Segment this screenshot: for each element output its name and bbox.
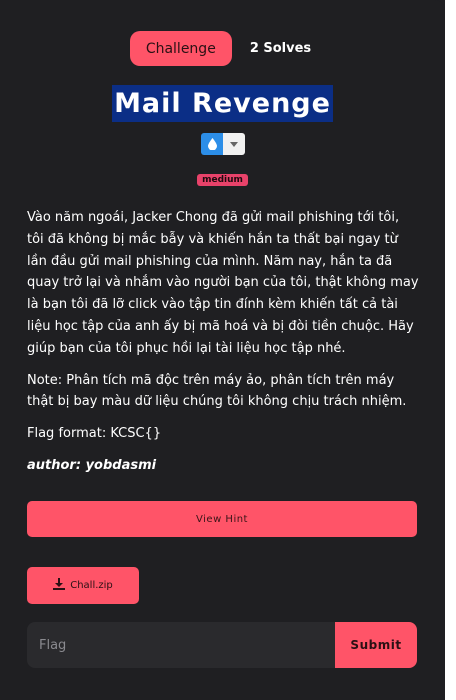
- difficulty-container: medium: [0, 167, 445, 186]
- flag-submit-form: Submit: [27, 622, 417, 668]
- description-note: Note: Phân tích mã độc trên máy ảo, phân…: [27, 372, 407, 410]
- title-container: Mail Revenge: [0, 85, 445, 122]
- window-edge: [445, 0, 456, 700]
- chevron-down-icon[interactable]: [223, 133, 245, 155]
- download-icon: [53, 578, 66, 593]
- challenge-tabs: Challenge 2 Solves: [0, 31, 445, 66]
- download-file-label: Chall.zip: [70, 580, 113, 591]
- water-drop-icon: [201, 133, 223, 155]
- submit-button[interactable]: Submit: [335, 622, 417, 668]
- challenge-panel: Challenge 2 Solves Mail Revenge medium V…: [0, 0, 445, 700]
- difficulty-badge: medium: [197, 174, 248, 186]
- download-file-button[interactable]: Chall.zip: [27, 567, 139, 604]
- view-hint-button[interactable]: View Hint: [27, 501, 417, 537]
- challenge-author: author: yobdasmi: [27, 457, 157, 473]
- challenge-title: Mail Revenge: [112, 85, 333, 122]
- tab-solves[interactable]: 2 Solves: [246, 31, 315, 66]
- challenge-description: Vào năm ngoái, Jacker Chong đã gửi mail …: [27, 207, 419, 487]
- flag-input[interactable]: [27, 622, 335, 668]
- tab-challenge[interactable]: Challenge: [129, 31, 232, 66]
- description-flag-format: Flag format: KCSC{}: [27, 426, 162, 442]
- rating-widget[interactable]: [201, 133, 245, 155]
- description-paragraph: Vào năm ngoái, Jacker Chong đã gửi mail …: [27, 210, 419, 356]
